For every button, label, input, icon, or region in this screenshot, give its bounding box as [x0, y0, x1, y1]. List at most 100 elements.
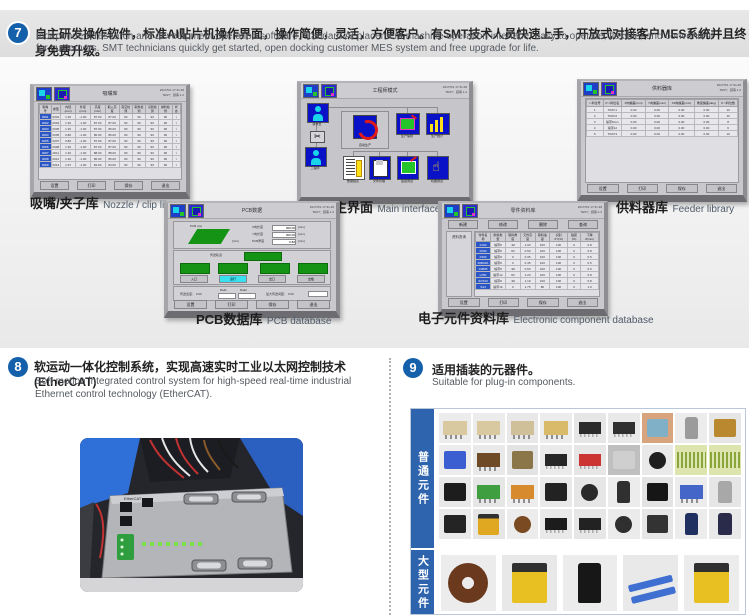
dialog-button[interactable]: 新建 — [448, 220, 478, 229]
trans-shape — [512, 563, 547, 602]
table-cell: 0.00 — [669, 131, 694, 137]
auto-production-box[interactable]: 自动生产 — [341, 111, 389, 149]
component-photo — [439, 509, 471, 539]
production-stats-icon[interactable] — [426, 113, 450, 135]
dim-input[interactable]: 300.00 — [272, 232, 296, 238]
node-label: 自动生产 — [342, 143, 388, 147]
rail-label: Rail1 — [220, 288, 227, 292]
table-row[interactable]: 5TRAY30.000.000.000.0010 — [587, 131, 738, 137]
component-photo — [563, 555, 618, 611]
column-header: 零件名称 — [476, 233, 491, 242]
dialog-button[interactable]: 打印 — [627, 184, 659, 193]
rail2-input[interactable] — [238, 293, 256, 299]
sidebar-large-components: 大型元件 — [411, 550, 434, 615]
connector-line — [353, 151, 438, 152]
dialog-button[interactable]: 设置 — [40, 181, 69, 190]
datetime-line1: 2017/5/1 17:31:48 — [717, 83, 741, 88]
table-cell: 100 — [550, 284, 567, 290]
conn-shape — [443, 421, 467, 435]
table-cell: 90 — [159, 162, 172, 168]
table-row[interactable]: S14编带1601.758010001.0 — [476, 284, 599, 290]
section7-headline-en-line2: for customers. SMT technicians quickly g… — [36, 43, 741, 54]
component-photo — [642, 413, 674, 443]
connector-line — [316, 107, 438, 108]
datetime-line2: TEST：顾客.1.2 — [160, 93, 184, 98]
dialog-button[interactable]: 保存 — [114, 181, 143, 190]
file-manager-icon[interactable] — [369, 156, 391, 180]
rail-label: Rail2 — [240, 288, 247, 292]
window-titlebar: 工程师模式 2017/5/1 17:31:48 TEST：顾客.1.2 — [301, 83, 469, 99]
table-cell: 0.00 — [694, 131, 719, 137]
dialog-button[interactable]: 退出 — [151, 181, 180, 190]
table-cell: 80 — [535, 284, 550, 290]
main-menu-flowchart: 操作员 ✂ 工程师 自动生产 生产编辑 — [301, 99, 469, 197]
conveyor-button[interactable]: 运行 — [219, 275, 247, 283]
column-header: 抛料检测 — [159, 105, 172, 114]
component-photo — [642, 509, 674, 539]
tall-shape — [718, 481, 731, 503]
rails-shape — [628, 574, 673, 592]
conveyor-button[interactable]: 出口 — [258, 275, 286, 283]
dialog-button[interactable]: 删除 — [528, 220, 558, 229]
max-gap-input[interactable] — [308, 291, 328, 297]
trans-shape — [694, 563, 729, 602]
table-cell: TRAY3 — [603, 131, 622, 137]
window-titlebar: 供料器库 2017/5/1 17:31:48 TEST：顾客.1.2 — [581, 81, 743, 97]
dim-input[interactable]: 300.00 — [272, 225, 296, 231]
conveyor-button[interactable]: 入口 — [180, 275, 208, 283]
component-table: 零件名称供料类型取料角度元件高度取料速度识别XY(%)贴装(%)下降Z(mm)F… — [474, 231, 600, 297]
machine-debug-icon[interactable]: ☝ — [427, 156, 449, 180]
component-photo — [502, 555, 557, 611]
dialog-button[interactable]: 查询 — [568, 220, 598, 229]
round-shape — [581, 484, 598, 501]
component-photo — [608, 413, 640, 443]
window-titlebar: 吸嘴库 2017/5/1 17:31:48 TEST：顾客.1.2 — [34, 86, 186, 102]
table-cell: 5 — [587, 131, 604, 137]
dialog-button[interactable]: 退出 — [297, 300, 330, 309]
caption-zh: 吸嘴/夹子库 — [30, 196, 99, 211]
dialog-button[interactable]: 设置 — [174, 300, 207, 309]
operator-icon[interactable] — [307, 103, 329, 123]
dim-input[interactable]: 0.80 — [272, 239, 296, 245]
component-photo — [439, 445, 471, 475]
dialog-button[interactable]: 打印 — [215, 300, 248, 309]
datetime-line2: TEST：顾客.1.2 — [443, 90, 467, 95]
column-header: 贴装(%) — [567, 233, 580, 242]
column-header: 供料类型 — [490, 233, 505, 242]
scissors-icon[interactable]: ✂ — [310, 131, 325, 143]
component-photo — [473, 477, 505, 507]
dialog-button[interactable]: 修改 — [488, 220, 518, 229]
dialog-button[interactable]: 保存 — [527, 298, 559, 307]
buffer-board — [244, 252, 282, 261]
window-datetime: 2017/5/1 17:31:48 TEST：顾客.1.2 — [578, 205, 602, 214]
dialog-button[interactable]: 打印 — [77, 181, 106, 190]
data-report-icon[interactable] — [343, 156, 365, 180]
rail1-input[interactable] — [218, 293, 236, 299]
dialog-button[interactable]: 退出 — [567, 298, 599, 307]
conveyor-button[interactable]: 出板 — [297, 275, 325, 283]
dialog-button[interactable]: 设置 — [448, 298, 480, 307]
dialog-button[interactable]: 保存 — [666, 184, 698, 193]
column-header: X2向偏差(mm) — [669, 100, 694, 107]
ic-shape — [579, 454, 601, 466]
ic-shape — [579, 422, 601, 434]
low-level-debug-icon[interactable] — [397, 156, 419, 180]
table-row[interactable]: 000900131.97-1.0084.0084.0090909090√ — [40, 162, 181, 168]
nozzle-library-window: 吸嘴库 2017/5/1 17:31:48 TEST：顾客.1.2 吸嘴号类型内… — [30, 84, 190, 199]
component-photo — [574, 445, 606, 475]
box-shape — [444, 451, 466, 468]
tall-shape — [718, 513, 731, 535]
component-photo — [709, 413, 741, 443]
feeder-table: <-料位号P->料位名X向偏差(mm)Y向偏差(mm)X2向偏差(mm)角度偏差… — [585, 98, 739, 183]
production-edit-icon[interactable] — [396, 113, 420, 135]
engineer-icon[interactable] — [305, 147, 327, 167]
toroid-shape — [448, 563, 488, 603]
column-header: 取入高度 — [105, 105, 119, 114]
component-photo — [540, 413, 572, 443]
dialog-button[interactable]: 保存 — [256, 300, 289, 309]
column-header: 元件高度 — [520, 233, 535, 242]
dialog-button[interactable]: 设置 — [587, 184, 619, 193]
dialog-button[interactable]: 退出 — [706, 184, 738, 193]
conn-shape — [544, 421, 568, 435]
dialog-button[interactable]: 打印 — [488, 298, 520, 307]
